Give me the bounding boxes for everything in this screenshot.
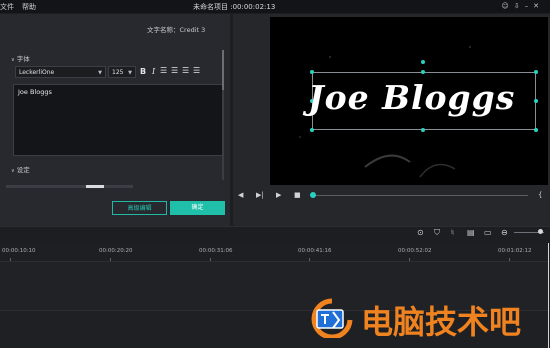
ruler-tick <box>10 258 11 261</box>
resize-handle[interactable] <box>421 70 425 74</box>
menu-bar: 文件 帮助 <box>0 2 44 12</box>
play-icon[interactable]: ▶ <box>276 191 281 199</box>
bold-button[interactable]: B <box>140 67 146 76</box>
scrollbar-thumb[interactable] <box>86 185 104 188</box>
menu-file[interactable]: 文件 <box>0 3 14 11</box>
preview-title-text: Joe Bloggs <box>308 78 516 117</box>
ruler-time-label: 00:00:31:06 <box>199 248 233 254</box>
render-icon[interactable]: ⊙ <box>417 228 424 237</box>
resize-handle[interactable] <box>421 128 425 132</box>
font-size-select[interactable]: 125 ▼ <box>108 66 136 78</box>
watermark-logo-icon <box>311 298 353 338</box>
align-justify-icon[interactable]: ☰ <box>193 66 200 75</box>
ruler-time-label: 00:01:02:12 <box>498 248 532 254</box>
microphone-icon[interactable]: ♮ <box>451 228 454 237</box>
zoom-out-icon[interactable]: ⊖ <box>501 228 508 237</box>
seek-bar[interactable] <box>313 195 528 196</box>
ruler-tick <box>509 258 510 261</box>
ruler-time-label: 00:00:20:20 <box>99 248 133 254</box>
chevron-down-icon: ∨ <box>11 57 15 63</box>
stop-icon[interactable]: ■ <box>294 191 301 199</box>
ruler-time-label: 00:00:41:16 <box>298 248 332 254</box>
chevron-down-icon: ▼ <box>128 70 132 76</box>
subtitle-icon[interactable]: ▭ <box>484 228 492 237</box>
scrollbar-thumb[interactable] <box>222 50 224 90</box>
rotate-handle[interactable] <box>421 60 425 64</box>
text-name-label: 文字名称：Credit 3 <box>147 26 206 34</box>
zoom-slider-handle[interactable] <box>538 229 543 234</box>
minimize-icon[interactable]: – <box>525 2 534 10</box>
ruler-tick <box>409 258 410 261</box>
chevron-down-icon: ∨ <box>11 168 15 174</box>
voiceover-icon[interactable]: ▤ <box>467 228 475 237</box>
settings-section-header[interactable]: ∨ 设定 <box>11 164 30 174</box>
align-right-icon[interactable]: ☰ <box>182 66 189 75</box>
marker-icon[interactable]: ⛉ <box>434 228 440 238</box>
watermark-text: 电脑技术吧 <box>361 303 522 341</box>
seek-handle[interactable] <box>310 192 316 198</box>
playhead[interactable] <box>548 243 549 348</box>
font-family-select[interactable]: LeckerliOne ▼ <box>15 66 106 78</box>
align-left-icon[interactable]: ☰ <box>160 66 167 75</box>
ruler-tick <box>110 258 111 261</box>
ok-button[interactable]: 确定 <box>170 201 225 215</box>
expand-icon[interactable]: { <box>538 191 542 199</box>
chevron-down-icon: ▼ <box>98 70 102 76</box>
previous-frame-icon[interactable]: ◀ <box>238 191 243 199</box>
italic-button[interactable]: I <box>152 67 155 76</box>
panel-scrollbar[interactable] <box>222 50 224 180</box>
download-icon[interactable]: ⇩ <box>514 2 525 10</box>
title-bar: 文件 帮助 未命名项目 :00:00:02:13 ☺⇩–✕ <box>0 0 550 13</box>
close-icon[interactable]: ✕ <box>533 2 544 10</box>
resize-handle[interactable] <box>534 99 538 103</box>
font-section-header[interactable]: ∨ 字体 <box>11 53 30 63</box>
align-center-icon[interactable]: ☰ <box>171 66 178 75</box>
resize-handle[interactable] <box>534 70 538 74</box>
resize-handle[interactable] <box>534 128 538 132</box>
ruler-tick <box>309 258 310 261</box>
text-input[interactable]: Joe Bloggs <box>13 84 223 156</box>
menu-help[interactable]: 帮助 <box>22 3 36 11</box>
window-controls: ☺⇩–✕ <box>501 2 544 10</box>
ruler-tick <box>210 258 211 261</box>
user-icon[interactable]: ☺ <box>501 2 513 10</box>
step-back-icon[interactable]: ▶| <box>256 191 264 199</box>
timeline-ruler[interactable] <box>0 243 550 262</box>
resize-handle[interactable] <box>310 70 314 74</box>
window-title: 未命名项目 :00:00:02:13 <box>193 3 276 11</box>
resize-handle[interactable] <box>310 128 314 132</box>
horizontal-scrollbar[interactable] <box>6 185 133 188</box>
ruler-time-label: 00:00:10:10 <box>2 248 36 254</box>
ruler-time-label: 00:00:52:02 <box>398 248 432 254</box>
advanced-edit-button[interactable]: 高级编辑 <box>112 201 167 215</box>
